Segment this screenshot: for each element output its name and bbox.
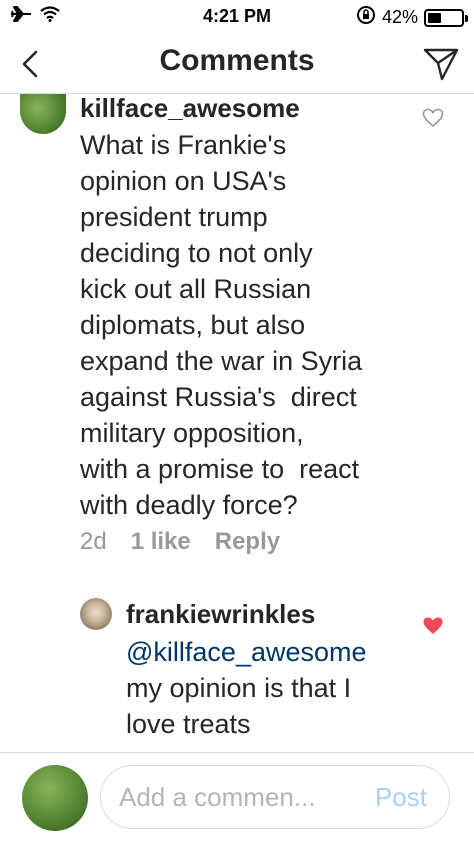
comment-username[interactable]: killface_awesome xyxy=(80,93,300,124)
mention-link[interactable]: @killface_awesome xyxy=(126,634,426,670)
avatar[interactable] xyxy=(80,598,112,630)
comment-item: killface_awesome What is Frankie's opinio… xyxy=(0,93,474,564)
heart-filled-icon xyxy=(423,617,443,634)
comment-text-line: opinion on USA's xyxy=(80,166,287,196)
comment-text-line: love treats xyxy=(126,709,251,739)
comment-text-line: with a promise to react xyxy=(80,454,360,484)
status-bar: 4:21 PM 42% xyxy=(0,0,474,34)
rotation-lock-icon xyxy=(356,5,376,30)
avatar[interactable] xyxy=(20,94,66,134)
heart-outline-icon xyxy=(422,108,444,128)
post-button[interactable]: Post xyxy=(375,782,427,813)
comment-input-wrapper: Post xyxy=(100,765,450,829)
likes-count[interactable]: 1 like xyxy=(131,528,191,556)
comment-text-line: with deadly force? xyxy=(80,490,298,520)
reply-button[interactable]: Reply xyxy=(215,528,280,556)
comment-text-line: diplomats, but also xyxy=(80,310,306,340)
comment-text-line: expand the war in Syria xyxy=(80,346,363,376)
page-title: Comments xyxy=(159,44,315,77)
reply-item: frankiewrinkles @killface_awesome my opi… xyxy=(0,596,474,746)
battery-percent: 42% xyxy=(381,7,418,27)
comment-text-line: What is Frankie's xyxy=(80,130,287,160)
like-button[interactable] xyxy=(422,616,444,641)
comment-composer: Post xyxy=(0,752,474,841)
reply-text-lines: my opinion is that I love treats xyxy=(126,670,426,742)
comment-text-line: deciding to not only xyxy=(80,238,313,268)
comment-input[interactable] xyxy=(119,766,349,828)
comment-text-line: military opposition, xyxy=(80,418,304,448)
comment-text: What is Frankie's opinion on USA's preside… xyxy=(80,127,440,523)
current-user-avatar xyxy=(22,765,88,831)
direct-message-button[interactable] xyxy=(422,46,460,82)
comment-text: @killface_awesome my opinion is that I lo… xyxy=(126,634,426,742)
comment-text-line: my opinion is that I xyxy=(126,673,352,703)
comment-meta: 2d 1 like Reply xyxy=(80,528,280,556)
like-button[interactable] xyxy=(422,108,444,133)
comment-text-line: against Russia's direct xyxy=(80,382,357,412)
comment-text-line: kick out all Russian xyxy=(80,274,312,304)
status-right: 42% xyxy=(356,5,468,30)
header: Comments xyxy=(0,34,474,94)
comment-text-line: president trump xyxy=(80,202,268,232)
comment-age: 2d xyxy=(80,528,107,555)
comment-username[interactable]: frankiewrinkles xyxy=(126,599,315,630)
battery-icon xyxy=(424,8,468,27)
paper-plane-icon xyxy=(423,48,459,81)
battery-fill xyxy=(428,12,442,23)
